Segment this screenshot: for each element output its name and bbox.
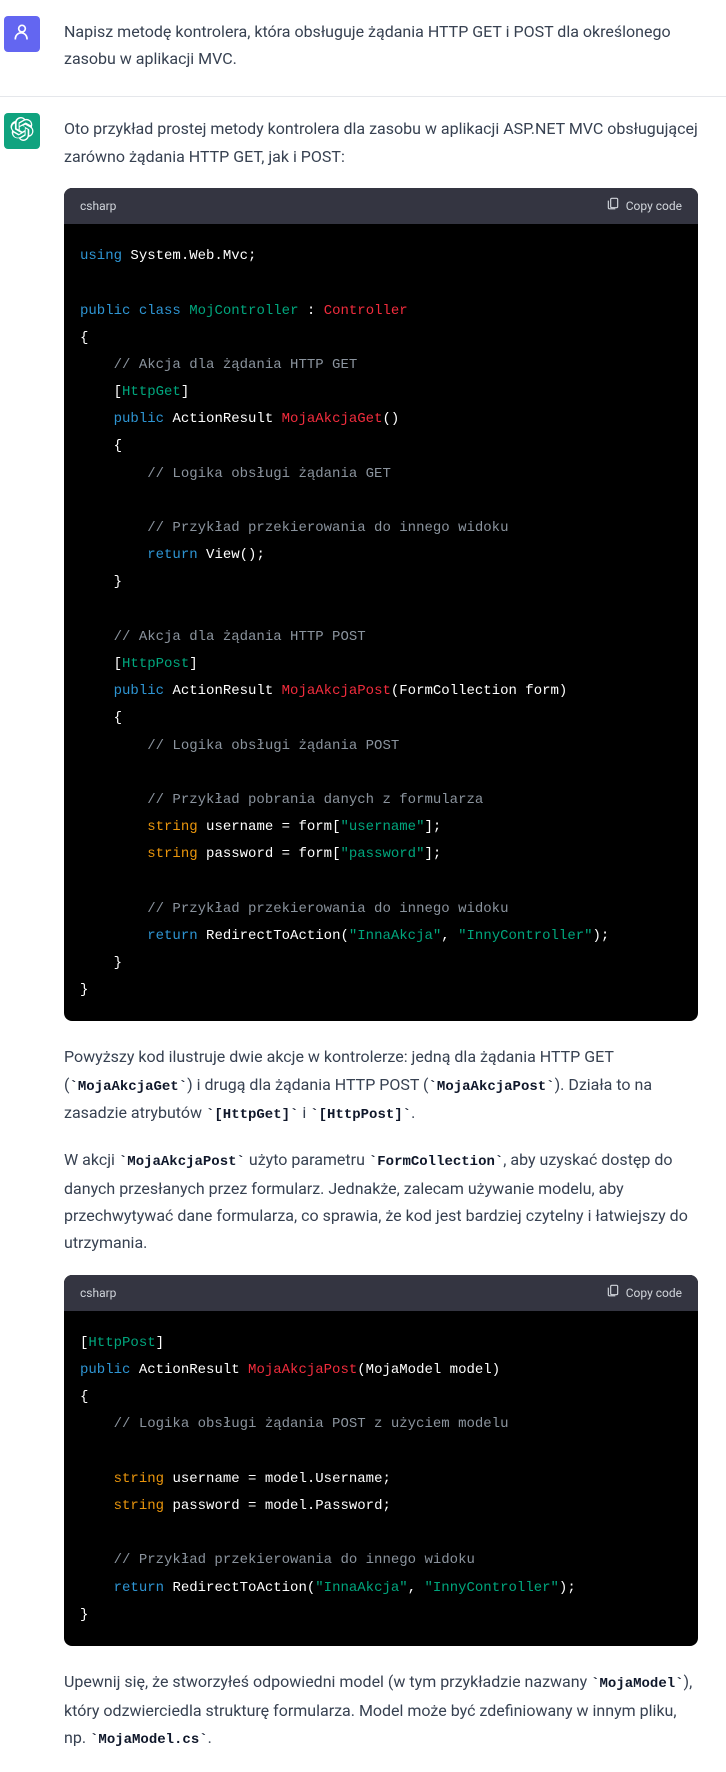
code-content: using System.Web.Mvc; public class MojCo… bbox=[80, 248, 609, 998]
code-block-1: csharp Copy code using System.Web.Mvc; p… bbox=[64, 188, 698, 1022]
conversation: Napisz metodę kontrolera, która obsługuj… bbox=[0, 0, 726, 1772]
assistant-logo-icon bbox=[10, 117, 34, 145]
user-icon bbox=[12, 22, 32, 46]
explanation-paragraph-1: Powyższy kod ilustruje dwie akcje w kont… bbox=[64, 1043, 698, 1128]
code-block-header: csharp Copy code bbox=[64, 188, 698, 224]
assistant-turn: Oto przykład prostej metody kontrolera d… bbox=[0, 97, 726, 1772]
explanation-paragraph-2: W akcji `MojaAkcjaPost` użyto parametru … bbox=[64, 1146, 698, 1256]
code-block-2: csharp Copy code [HttpPost] public Actio… bbox=[64, 1275, 698, 1646]
user-turn: Napisz metodę kontrolera, która obsługuj… bbox=[0, 0, 726, 97]
clipboard-icon bbox=[606, 1283, 620, 1303]
code-pre[interactable]: [HttpPost] public ActionResult MojaAkcja… bbox=[64, 1311, 698, 1646]
copy-code-button[interactable]: Copy code bbox=[606, 1283, 682, 1303]
user-content: Napisz metodę kontrolera, która obsługuj… bbox=[64, 16, 726, 72]
code-language-label: csharp bbox=[80, 196, 116, 216]
code-language-label: csharp bbox=[80, 1283, 116, 1303]
copy-code-label: Copy code bbox=[626, 1283, 682, 1303]
clipboard-icon bbox=[606, 196, 620, 216]
user-avatar bbox=[4, 16, 40, 52]
code-pre[interactable]: using System.Web.Mvc; public class MojCo… bbox=[64, 224, 698, 1021]
explanation-paragraph-3: Upewnij się, że stworzyłeś odpowiedni mo… bbox=[64, 1668, 698, 1753]
assistant-avatar bbox=[4, 113, 40, 149]
user-prompt: Napisz metodę kontrolera, która obsługuj… bbox=[64, 18, 698, 72]
copy-code-button[interactable]: Copy code bbox=[606, 196, 682, 216]
assistant-content: Oto przykład prostej metody kontrolera d… bbox=[64, 113, 726, 1752]
copy-code-label: Copy code bbox=[626, 196, 682, 216]
code-content: [HttpPost] public ActionResult MojaAkcja… bbox=[80, 1335, 576, 1623]
assistant-intro: Oto przykład prostej metody kontrolera d… bbox=[64, 115, 698, 169]
code-block-header: csharp Copy code bbox=[64, 1275, 698, 1311]
